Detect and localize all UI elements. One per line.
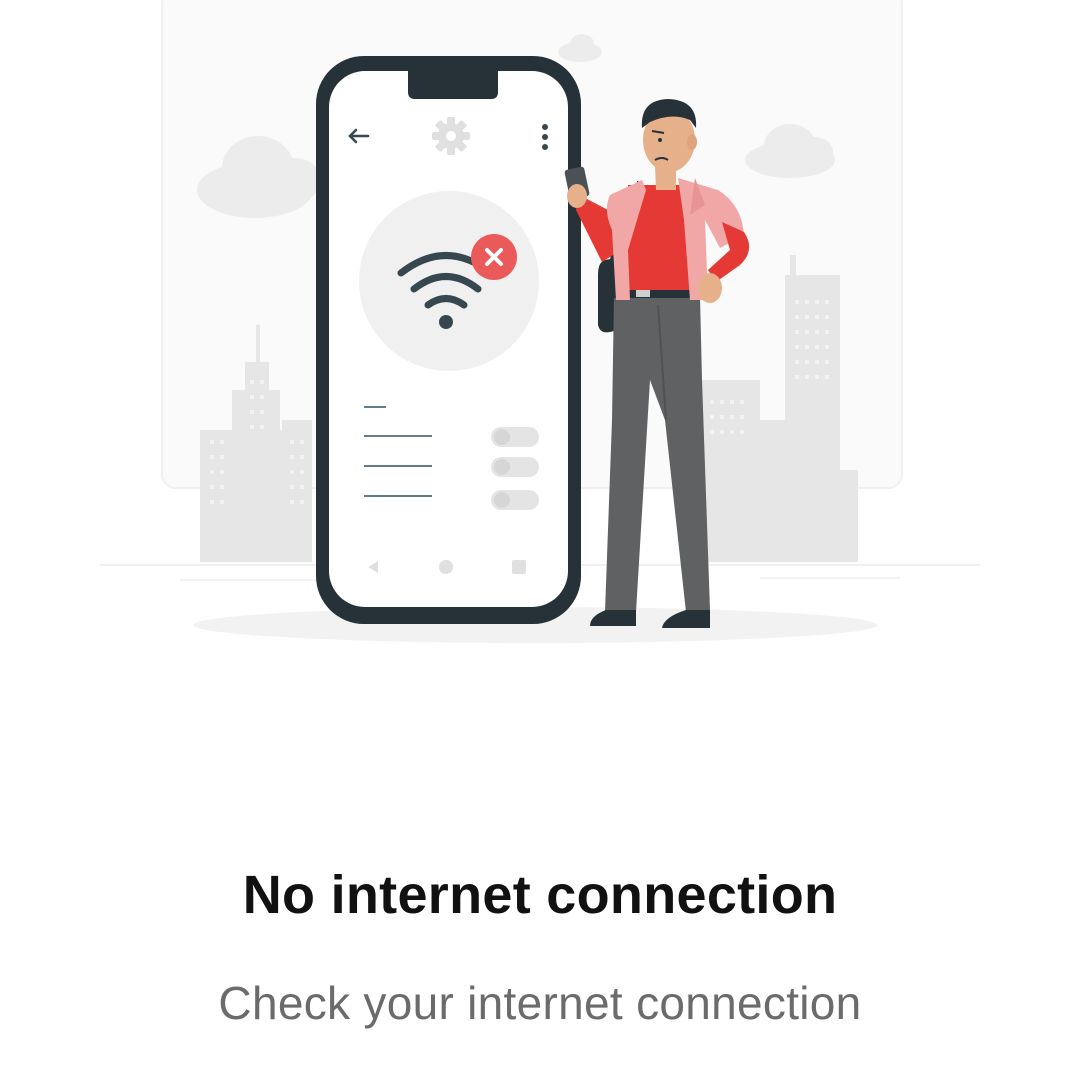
nav-home-icon [439,560,453,574]
error-subtitle: Check your internet connection [218,977,862,1029]
more-vert-icon [542,124,548,150]
nav-recents-icon [512,560,526,574]
toggle-switches [491,427,539,510]
phone-illustration [316,56,581,624]
error-title: No internet connection [242,865,838,925]
wifi-circle [359,191,539,371]
gear-icon [432,117,470,155]
no-connection-illustration [0,0,1080,700]
